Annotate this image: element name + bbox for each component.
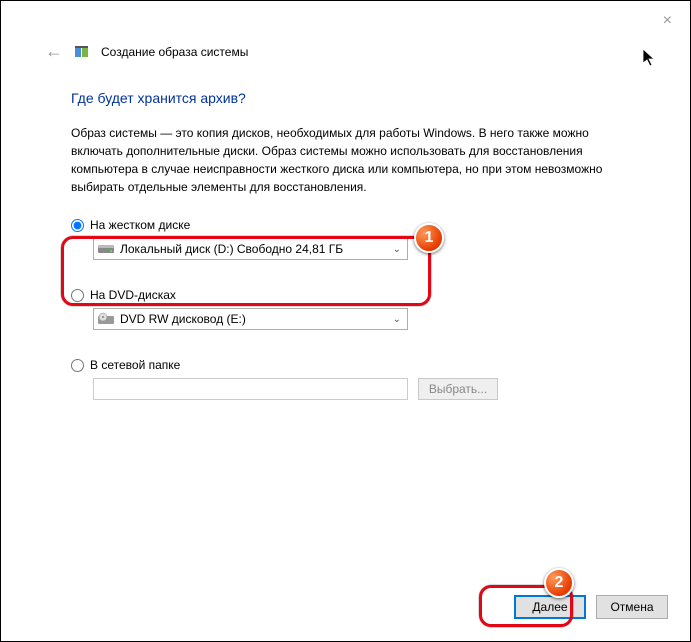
hard-disk-selected-text: Локальный диск (D:) Свободно 24,81 ГБ xyxy=(120,242,343,256)
radio-hard-disk[interactable] xyxy=(71,219,84,232)
cancel-button[interactable]: Отмена xyxy=(596,595,668,619)
page-description: Образ системы — это копия дисков, необхо… xyxy=(71,124,640,196)
radio-dvd[interactable] xyxy=(71,289,84,302)
browse-button: Выбрать... xyxy=(418,378,498,400)
close-icon[interactable]: × xyxy=(655,8,680,34)
annotation-step-badge: 2 xyxy=(544,568,574,598)
hard-disk-select[interactable]: Локальный диск (D:) Свободно 24,81 ГБ ⌄ xyxy=(93,238,408,260)
hard-drive-icon xyxy=(98,242,114,256)
dvd-drive-icon xyxy=(98,312,114,326)
back-arrow-icon: ← xyxy=(45,41,63,62)
network-path-input xyxy=(93,378,408,400)
radio-network[interactable] xyxy=(71,359,84,372)
radio-dvd-label[interactable]: На DVD-дисках xyxy=(90,288,176,302)
next-button[interactable]: Далее xyxy=(514,595,586,619)
page-heading: Где будет хранится архив? xyxy=(71,90,640,106)
option-dvd: На DVD-дисках DVD RW дисковод (E:) ⌄ xyxy=(71,288,640,330)
option-hard-disk: На жестком диске Локальный диск (D:) Сво… xyxy=(71,218,640,260)
radio-network-label[interactable]: В сетевой папке xyxy=(90,358,180,372)
dvd-select[interactable]: DVD RW дисковод (E:) ⌄ xyxy=(93,308,408,330)
window-title: Создание образа системы xyxy=(101,45,248,59)
option-network: В сетевой папке Выбрать... xyxy=(71,358,640,400)
chevron-down-icon: ⌄ xyxy=(393,244,401,255)
dvd-selected-text: DVD RW дисковод (E:) xyxy=(120,312,246,326)
radio-hard-disk-label[interactable]: На жестком диске xyxy=(90,218,190,232)
chevron-down-icon: ⌄ xyxy=(393,314,401,325)
wizard-icon xyxy=(73,43,91,61)
